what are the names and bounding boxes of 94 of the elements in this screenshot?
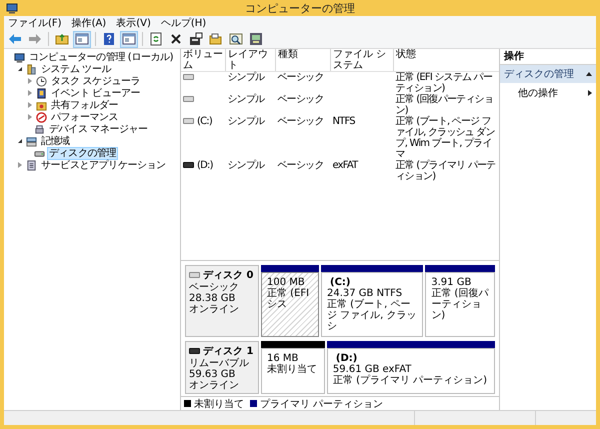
disk-type: ベーシック bbox=[189, 282, 240, 293]
expanded-arrow-icon[interactable] bbox=[18, 139, 22, 143]
pane-icon[interactable] bbox=[73, 30, 91, 48]
storage-icon bbox=[26, 136, 37, 146]
column-header[interactable]: ファイル システム bbox=[330, 49, 394, 72]
table-cell: (C:) bbox=[197, 116, 212, 127]
partition-box[interactable]: (D:) 59.61 GB exFAT 正常 (プライマリ パーティション) bbox=[326, 348, 496, 394]
partition-status: 正常 (EFI シス bbox=[267, 288, 310, 310]
table-cell: 正常 (ブート, ページ ファイル, クラッシュ ダンプ, Wim ブート, プライマ bbox=[396, 116, 495, 160]
toolbox-icon bbox=[26, 64, 37, 74]
clock-icon bbox=[36, 76, 47, 86]
collapse-icon[interactable] bbox=[586, 72, 592, 76]
table-cell: ベーシック bbox=[278, 160, 324, 171]
shared-folder-icon bbox=[36, 100, 47, 110]
column-header[interactable]: レイアウト bbox=[226, 49, 276, 72]
table-cell: シンプル bbox=[228, 94, 264, 105]
partition-name: (D:) bbox=[334, 353, 358, 364]
column-header[interactable]: 状態 bbox=[394, 49, 499, 72]
table-cell: シンプル bbox=[228, 116, 264, 127]
tree-item[interactable]: デバイス マネージャー bbox=[47, 122, 150, 136]
gauge-icon bbox=[36, 112, 47, 122]
table-cell: ベーシック bbox=[278, 116, 324, 127]
table-cell: NTFS bbox=[332, 116, 355, 127]
services-icon bbox=[26, 160, 37, 170]
expanded-arrow-icon[interactable] bbox=[18, 67, 22, 71]
action-link[interactable]: 他の操作 bbox=[518, 86, 558, 100]
disk-status: オンライン bbox=[189, 304, 240, 315]
partition-status: 正常 (プライマリ パーティション) bbox=[332, 375, 488, 386]
partition-size: 59.61 GB exFAT bbox=[332, 364, 412, 375]
window-title: コンピューターの管理 bbox=[245, 0, 355, 16]
column-header[interactable]: ボリューム bbox=[181, 49, 226, 72]
log-icon bbox=[36, 88, 47, 98]
table-cell: ベーシック bbox=[278, 94, 324, 105]
partition-size: 100 MB bbox=[267, 277, 306, 288]
table-cell: シンプル bbox=[228, 160, 264, 171]
partition-box[interactable]: 16 MB 未割り当て bbox=[261, 348, 325, 394]
partition-name: (C:) bbox=[329, 277, 352, 288]
tree-item[interactable]: タスク スケジューラ bbox=[49, 74, 142, 88]
disk-size: 28.38 GB bbox=[189, 293, 236, 304]
pane-icon[interactable] bbox=[120, 30, 138, 48]
menu-item[interactable]: ヘルプ(H) bbox=[160, 16, 206, 30]
table-cell: 正常 (回復パーティション) bbox=[396, 94, 493, 116]
partition-status: 正常 (ブート, ページ ファイル, クラッシ bbox=[327, 299, 418, 332]
drive-icon bbox=[183, 74, 194, 80]
disk-name: ディスク 0 bbox=[203, 269, 254, 282]
table-cell: (D:) bbox=[197, 160, 213, 171]
tree-item[interactable]: 記憶域 bbox=[39, 134, 72, 148]
table-cell: 正常 (EFI システム パーティション) bbox=[396, 72, 492, 94]
collapsed-arrow-icon[interactable] bbox=[28, 102, 32, 108]
disk-type: リムーバブル bbox=[189, 358, 250, 369]
partition-box[interactable]: 100 MB 正常 (EFI シス bbox=[261, 272, 319, 337]
table-cell: exFAT bbox=[332, 160, 358, 171]
table-cell: ベーシック bbox=[278, 72, 324, 83]
partition-box[interactable]: (C:) 24.37 GB NTFS 正常 (ブート, ページ ファイル, クラッシ bbox=[321, 272, 424, 337]
collapsed-arrow-icon[interactable] bbox=[18, 162, 22, 168]
legend-label: 未割り当て bbox=[194, 398, 244, 410]
app-icon bbox=[6, 2, 18, 14]
partition-size: 16 MB bbox=[267, 353, 298, 364]
partition-size: 24.37 GB NTFS bbox=[327, 288, 404, 299]
partition-status: 正常 (回復パーティション) bbox=[431, 288, 489, 321]
section-title: ディスクの管理 bbox=[504, 68, 574, 81]
device-icon bbox=[34, 124, 45, 134]
collapsed-arrow-icon[interactable] bbox=[28, 114, 32, 120]
disk-size: 59.63 GB bbox=[189, 369, 236, 380]
tree-item[interactable]: システム ツール bbox=[39, 62, 113, 76]
drive-icon bbox=[189, 272, 200, 278]
tree-item[interactable]: サービスとアプリケーション bbox=[39, 158, 168, 172]
tree-item[interactable]: ディスクの管理 bbox=[47, 146, 118, 160]
computer-icon bbox=[14, 52, 25, 62]
menu-item[interactable]: 操作(A) bbox=[72, 16, 106, 30]
table-cell: シンプル bbox=[228, 72, 264, 83]
column-header[interactable]: 種類 bbox=[276, 49, 330, 72]
tree-item[interactable]: コンピューターの管理 (ローカル) bbox=[27, 50, 176, 64]
tree-item[interactable]: パフォーマンス bbox=[49, 110, 120, 124]
menu-item[interactable]: ファイル(F) bbox=[8, 16, 62, 30]
tree-item[interactable]: イベント ビューアー bbox=[49, 86, 142, 100]
drive-icon bbox=[183, 162, 194, 168]
collapsed-arrow-icon[interactable] bbox=[28, 78, 32, 84]
action-section-header[interactable]: ディスクの管理 bbox=[500, 65, 596, 83]
partition-box[interactable]: 3.91 GB 正常 (回復パーティション) bbox=[425, 272, 495, 337]
menu-item[interactable]: 表示(V) bbox=[116, 16, 151, 30]
drive-icon bbox=[189, 348, 200, 354]
disk-name: ディスク 1 bbox=[203, 345, 254, 358]
table-cell: 正常 (プライマリ パーティション) bbox=[396, 160, 496, 182]
legend-label: プライマリ パーティション bbox=[260, 398, 384, 410]
search-icon[interactable] bbox=[227, 30, 245, 48]
collapsed-arrow-icon[interactable] bbox=[28, 90, 32, 96]
disk-status: オンライン bbox=[189, 380, 240, 391]
drive-icon bbox=[183, 118, 194, 124]
partition-status: 未割り当て bbox=[267, 364, 318, 375]
partition-size: 3.91 GB bbox=[431, 277, 472, 288]
tree-item[interactable]: 共有フォルダー bbox=[49, 98, 120, 112]
submenu-arrow-icon bbox=[588, 90, 592, 96]
drive-icon bbox=[183, 96, 194, 102]
